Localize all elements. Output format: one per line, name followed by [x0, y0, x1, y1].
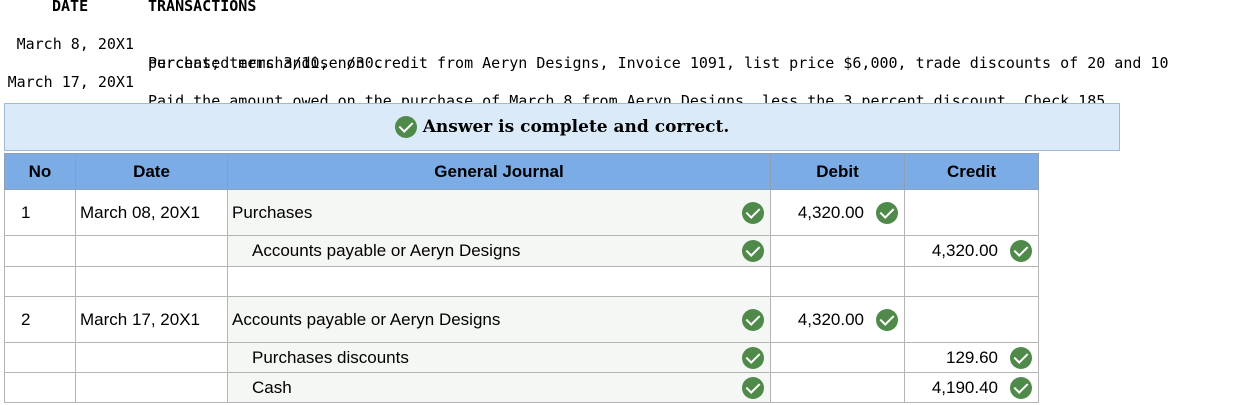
- credit-cell[interactable]: 4,190.40: [904, 372, 1039, 403]
- entry-number: [4, 235, 76, 267]
- account-cell[interactable]: Purchases discounts: [227, 342, 771, 373]
- check-circle-icon: [876, 308, 898, 331]
- column-header-no: No: [4, 153, 76, 190]
- account-name: Accounts payable or Aeryn Designs: [232, 309, 501, 329]
- credit-cell[interactable]: [904, 189, 1039, 236]
- account-name: Accounts payable or Aeryn Designs: [252, 241, 521, 260]
- entry-date: March 17, 20X1: [75, 296, 228, 343]
- check-circle-icon: [876, 201, 898, 224]
- entry-number: 1: [4, 189, 76, 236]
- debit-cell[interactable]: [770, 372, 905, 403]
- account-cell[interactable]: Purchases: [227, 189, 771, 236]
- check-circle-icon: [394, 116, 417, 138]
- entry-date: [75, 235, 228, 267]
- table-row: 2 March 17, 20X1 Accounts payable or Aer…: [4, 296, 1039, 343]
- account-cell[interactable]: Accounts payable or Aeryn Designs: [227, 235, 771, 267]
- account-name: Purchases: [232, 202, 313, 222]
- account-cell[interactable]: [227, 266, 771, 297]
- credit-cell[interactable]: [904, 296, 1039, 343]
- credit-amount: 129.60: [946, 347, 998, 367]
- table-row: 1 March 08, 20X1 Purchases 4,320.00: [4, 189, 1039, 236]
- debit-cell[interactable]: 4,320.00: [770, 189, 905, 236]
- debit-cell[interactable]: [770, 342, 905, 373]
- date-header: DATE: [52, 0, 89, 15]
- check-circle-icon: [1010, 346, 1032, 369]
- entry-date: March 08, 20X1: [75, 189, 228, 236]
- credit-amount: 4,320.00: [931, 241, 998, 260]
- check-circle-icon: [742, 376, 764, 399]
- answer-message: Answer is complete and correct.: [422, 117, 730, 137]
- credit-cell[interactable]: [904, 266, 1039, 297]
- account-cell[interactable]: Accounts payable or Aeryn Designs: [227, 296, 771, 343]
- credit-cell[interactable]: 129.60: [904, 342, 1039, 373]
- debit-cell[interactable]: 4,320.00: [770, 296, 905, 343]
- debit-cell[interactable]: [770, 266, 905, 297]
- column-header-general-journal: General Journal: [227, 153, 771, 190]
- table-row: Cash 4,190.40: [4, 372, 1039, 403]
- credit-cell[interactable]: 4,320.00: [904, 235, 1039, 267]
- column-header-credit: Credit: [904, 153, 1039, 190]
- entry-number: [4, 342, 76, 373]
- check-circle-icon: [742, 201, 764, 224]
- transaction-date: March 17, 20X1: [7, 73, 134, 91]
- transactions-header: TRANSACTIONS: [148, 0, 257, 15]
- entry-number: [4, 266, 76, 297]
- entry-date: [75, 372, 228, 403]
- check-circle-icon: [742, 346, 764, 369]
- credit-amount: 4,190.40: [931, 377, 998, 397]
- entry-date: [75, 342, 228, 373]
- check-circle-icon: [1010, 240, 1032, 262]
- column-header-debit: Debit: [770, 153, 905, 190]
- entry-number: 2: [4, 296, 76, 343]
- debit-cell[interactable]: [770, 235, 905, 267]
- account-name: Purchases discounts: [252, 347, 409, 367]
- table-row: [4, 266, 1039, 297]
- check-circle-icon: [1010, 376, 1032, 399]
- table-row: Accounts payable or Aeryn Designs 4,320.…: [4, 235, 1039, 267]
- debit-amount: 4,320.00: [797, 202, 864, 222]
- check-circle-icon: [742, 308, 764, 331]
- answer-banner: Answer is complete and correct.: [4, 103, 1120, 151]
- entry-number: [4, 372, 76, 403]
- debit-amount: 4,320.00: [797, 309, 864, 329]
- table-row: Purchases discounts 129.60: [4, 342, 1039, 373]
- check-circle-icon: [742, 240, 764, 262]
- column-header-date: Date: [75, 153, 228, 190]
- account-cell[interactable]: Cash: [227, 372, 771, 403]
- entry-date: [75, 266, 228, 297]
- account-name: Cash: [252, 377, 292, 397]
- general-journal-table: No Date General Journal Debit Credit 1 M…: [4, 153, 1039, 403]
